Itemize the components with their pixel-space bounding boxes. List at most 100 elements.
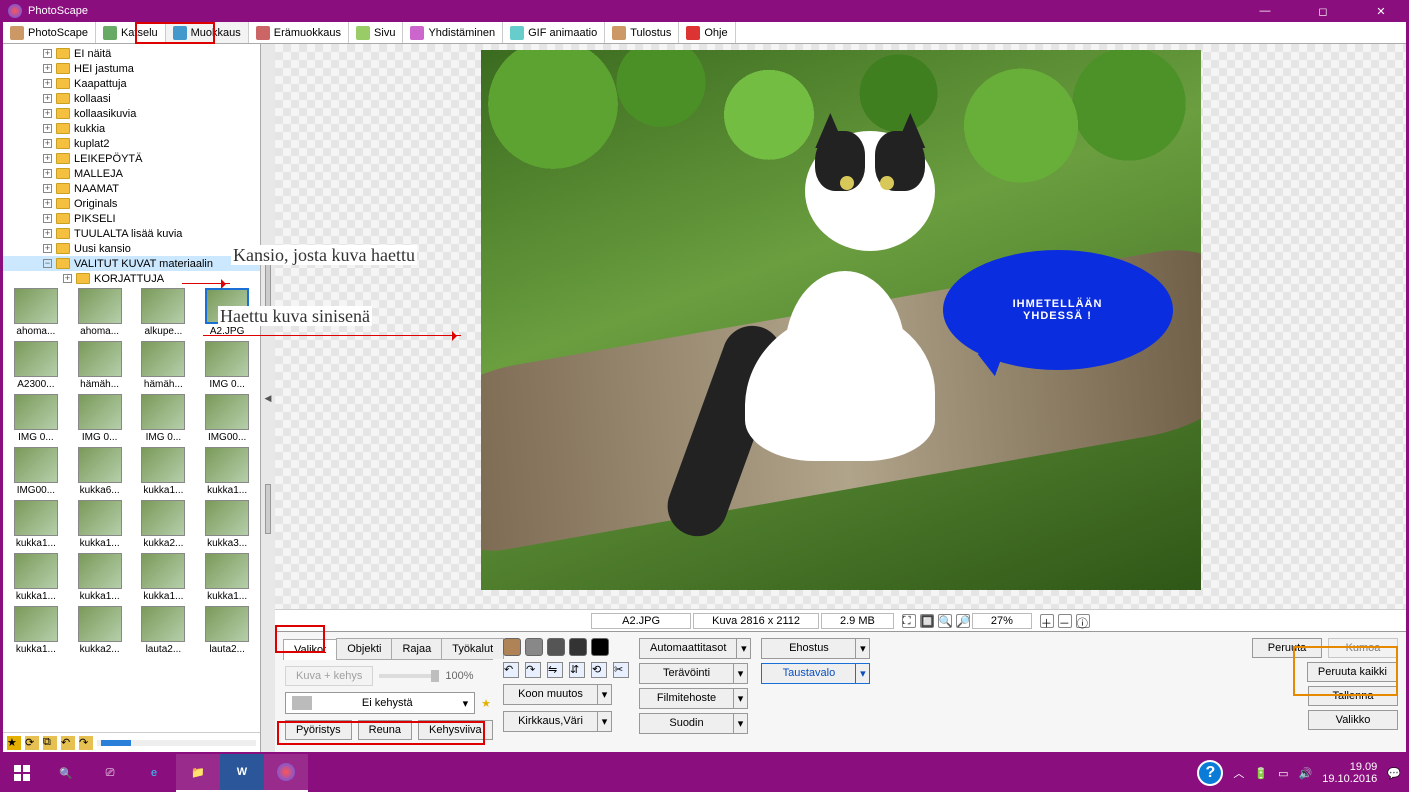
thumbnail[interactable]: IMG 0... bbox=[71, 394, 129, 443]
tool-tab-rajaa[interactable]: Rajaa bbox=[391, 638, 442, 659]
thumbnail[interactable]: hämäh... bbox=[135, 341, 193, 390]
suodin-button[interactable]: Suodin bbox=[639, 713, 734, 734]
main-tab-muokkaus[interactable]: Muokkaus bbox=[166, 22, 249, 43]
main-tab-ohje[interactable]: Ohje bbox=[679, 22, 735, 43]
dropdown-arrow[interactable]: ▾ bbox=[856, 638, 870, 659]
thumbnail[interactable]: kukka1... bbox=[135, 447, 193, 496]
main-tab-sivu[interactable]: Sivu bbox=[349, 22, 403, 43]
copy-icon[interactable]: ⧉ bbox=[43, 736, 57, 750]
dropdown-arrow[interactable]: ▾ bbox=[734, 713, 748, 734]
collapse-arrow-icon[interactable]: ◀ bbox=[265, 393, 272, 404]
tool-tab-objekti[interactable]: Objekti bbox=[336, 638, 392, 659]
expand-icon[interactable]: + bbox=[43, 199, 52, 208]
zoom-window-icon[interactable]: 🔍 bbox=[938, 614, 952, 628]
taustavalo-button[interactable]: Taustavalo bbox=[761, 663, 856, 684]
undo-button[interactable]: Peruuta bbox=[1252, 638, 1322, 658]
help-icon[interactable]: ? bbox=[1197, 760, 1223, 786]
expand-icon[interactable]: + bbox=[43, 49, 52, 58]
expand-icon[interactable]: + bbox=[43, 244, 52, 253]
frame-slider[interactable] bbox=[379, 674, 439, 678]
tree-item[interactable]: +kukkia bbox=[3, 121, 260, 136]
expand-icon[interactable]: + bbox=[43, 94, 52, 103]
tree-item[interactable]: +PIKSELI bbox=[3, 211, 260, 226]
thumbnail[interactable]: alkupe... bbox=[135, 288, 193, 337]
image-canvas[interactable]: IHMETELLÄÄN YHDESSÄ ! bbox=[481, 50, 1201, 590]
menu-button[interactable]: Valikko bbox=[1308, 710, 1398, 730]
thumbnail[interactable]: kukka1... bbox=[198, 447, 256, 496]
canvas-viewport[interactable]: IHMETELLÄÄN YHDESSÄ ! bbox=[275, 44, 1406, 609]
main-tab-erämuokkaus[interactable]: Erämuokkaus bbox=[249, 22, 349, 43]
thumbnail[interactable]: kukka1... bbox=[7, 606, 65, 655]
tray-chevron-icon[interactable]: ︿ bbox=[1233, 765, 1244, 781]
thumbnail[interactable]: kukka1... bbox=[7, 500, 65, 549]
kuva-kehys-button[interactable]: Kuva + kehys bbox=[285, 666, 373, 686]
main-tab-yhdistäminen[interactable]: Yhdistäminen bbox=[403, 22, 503, 43]
volume-icon[interactable]: 🔊 bbox=[1299, 767, 1313, 780]
explorer-taskbar-icon[interactable]: 📁 bbox=[176, 754, 220, 792]
tree-item[interactable]: +TUULALTA lisää kuvia bbox=[3, 226, 260, 241]
thumbnail[interactable]: IMG 0... bbox=[198, 341, 256, 390]
expand-icon[interactable]: − bbox=[43, 259, 52, 268]
dropdown-arrow[interactable]: ▾ bbox=[734, 688, 748, 709]
filmitehoste-button[interactable]: Filmitehoste bbox=[639, 688, 734, 709]
swatch-gray1[interactable] bbox=[525, 638, 543, 656]
thumbnail[interactable]: lauta2... bbox=[198, 606, 256, 655]
brightness-color-button[interactable]: Kirkkaus,Väri bbox=[503, 711, 598, 732]
undo-icon[interactable]: ↶ bbox=[61, 736, 75, 750]
save-button[interactable]: Tallenna bbox=[1308, 686, 1398, 706]
main-tab-photoscape[interactable]: PhotoScape bbox=[3, 22, 96, 43]
flip-v-icon[interactable]: ⇵ bbox=[569, 662, 585, 678]
splitter-handle[interactable] bbox=[265, 263, 271, 313]
edge-taskbar-icon[interactable]: e bbox=[132, 754, 176, 792]
thumbnail[interactable]: IMG00... bbox=[7, 447, 65, 496]
thumbnail[interactable]: hämäh... bbox=[71, 341, 129, 390]
thumbnail[interactable]: kukka1... bbox=[71, 500, 129, 549]
thumbnail[interactable]: A2.JPG bbox=[198, 288, 256, 337]
network-icon[interactable]: ▭ bbox=[1278, 767, 1288, 780]
taskview-button[interactable]: ⎚ bbox=[88, 754, 132, 792]
start-button[interactable] bbox=[0, 754, 44, 792]
splitter-handle[interactable] bbox=[265, 484, 271, 534]
notifications-icon[interactable]: 💬 bbox=[1387, 767, 1401, 780]
tree-item[interactable]: +LEIKEPÖYTÄ bbox=[3, 151, 260, 166]
tree-item[interactable]: +Uusi kansio bbox=[3, 241, 260, 256]
info-icon[interactable]: ⓘ bbox=[1076, 614, 1090, 628]
thumbnail[interactable]: ahoma... bbox=[71, 288, 129, 337]
star-icon[interactable]: ★ bbox=[7, 736, 21, 750]
expand-icon[interactable]: + bbox=[43, 79, 52, 88]
fit-icon[interactable]: ⛶ bbox=[902, 614, 916, 628]
expand-icon[interactable]: + bbox=[43, 229, 52, 238]
thumbnail[interactable]: lauta2... bbox=[135, 606, 193, 655]
expand-icon[interactable]: + bbox=[43, 154, 52, 163]
crop-icon[interactable]: ✂ bbox=[613, 662, 629, 678]
undo-all-button[interactable]: Peruuta kaikki bbox=[1307, 662, 1398, 682]
favorite-star-icon[interactable]: ★ bbox=[481, 697, 491, 710]
tervinti-button[interactable]: Terävöinti bbox=[639, 663, 734, 684]
refresh-icon[interactable]: ⟳ bbox=[25, 736, 39, 750]
word-taskbar-icon[interactable]: W bbox=[220, 754, 264, 792]
swatch-sepia[interactable] bbox=[503, 638, 521, 656]
dropdown-arrow[interactable]: ▾ bbox=[856, 663, 870, 684]
kehysviiva-button[interactable]: Kehysviiva bbox=[418, 720, 493, 740]
pyöristys-button[interactable]: Pyöristys bbox=[285, 720, 352, 740]
tree-item[interactable]: +Kaapattuja bbox=[3, 76, 260, 91]
tree-item[interactable]: +Originals bbox=[3, 196, 260, 211]
frame-select[interactable]: Ei kehystä ▾ bbox=[285, 692, 475, 714]
dropdown-arrow[interactable]: ▾ bbox=[734, 663, 748, 684]
tool-tab-valikot[interactable]: Valikot bbox=[283, 639, 337, 660]
window-close[interactable]: ✕ bbox=[1361, 5, 1401, 18]
rotate-right-icon[interactable]: ↷ bbox=[525, 662, 541, 678]
thumbnail[interactable]: ahoma... bbox=[7, 288, 65, 337]
window-minimize[interactable]: — bbox=[1245, 5, 1285, 18]
thumbnail-grid[interactable]: ahoma...ahoma...alkupe...A2.JPGA2300...h… bbox=[3, 284, 260, 732]
splitter[interactable]: ◀ bbox=[261, 44, 275, 752]
tree-item[interactable]: +kuplat2 bbox=[3, 136, 260, 151]
zoom-fit-icon[interactable]: 🔎 bbox=[956, 614, 970, 628]
rotate-free-icon[interactable]: ⟲ bbox=[591, 662, 607, 678]
thumbnail[interactable]: kukka3... bbox=[198, 500, 256, 549]
zoom-out-icon[interactable]: － bbox=[1058, 614, 1072, 628]
expand-icon[interactable]: + bbox=[63, 274, 72, 283]
redo-icon[interactable]: ↷ bbox=[79, 736, 93, 750]
thumbnail[interactable]: kukka2... bbox=[71, 606, 129, 655]
tree-item[interactable]: +MALLEJA bbox=[3, 166, 260, 181]
